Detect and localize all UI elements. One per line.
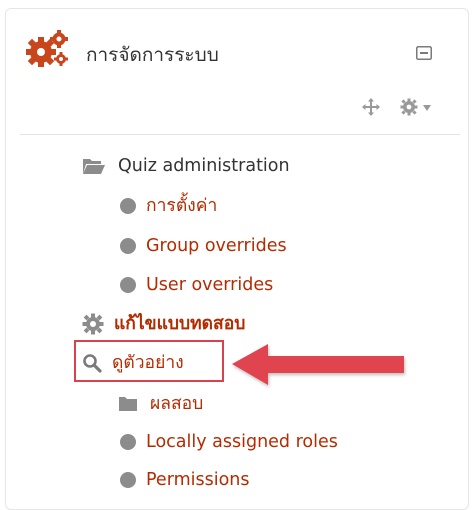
bullet-icon: [120, 472, 136, 488]
block-title: การจัดการระบบ: [86, 44, 219, 66]
gears-icon: [26, 30, 68, 67]
tree-item-label[interactable]: แก้ไขแบบทดสอบ: [114, 310, 245, 338]
block-controls: [362, 96, 442, 120]
move-icon[interactable]: [362, 98, 380, 116]
cog-icon[interactable]: [400, 98, 418, 116]
tree-item-edit-quiz[interactable]: แก้ไขแบบทดสอบ: [82, 310, 245, 338]
tree-item-results[interactable]: ผลสอบ: [118, 390, 203, 418]
tree-item-permissions[interactable]: Permissions: [120, 466, 250, 494]
cog-icon: [82, 313, 104, 335]
folder-icon: [119, 397, 137, 411]
block-header: การจัดการระบบ: [18, 28, 458, 78]
tree-item-label[interactable]: Permissions: [146, 466, 250, 494]
tree-item-locally-assigned-roles[interactable]: Locally assigned roles: [120, 428, 338, 456]
bullet-icon: [120, 434, 136, 450]
chevron-down-icon[interactable]: [422, 104, 432, 112]
tree-item-label[interactable]: Locally assigned roles: [146, 428, 338, 456]
annotation-arrow-icon: [232, 344, 404, 385]
tree-item-quiz-administration[interactable]: Quiz administration: [82, 152, 290, 180]
annotation-highlight-box: [74, 340, 224, 382]
tree-item-label: Quiz administration: [118, 156, 290, 176]
bullet-icon: [120, 277, 136, 293]
folder-open-icon: [83, 159, 105, 174]
divider: [20, 134, 460, 135]
collapse-icon[interactable]: [416, 46, 432, 60]
tree-item-label[interactable]: User overrides: [146, 271, 273, 299]
bullet-icon: [120, 198, 136, 214]
tree-item-group-overrides[interactable]: Group overrides: [120, 232, 287, 260]
tree-item-label[interactable]: Group overrides: [146, 232, 287, 260]
tree-item-label[interactable]: ผลสอบ: [150, 390, 203, 418]
tree-item-label[interactable]: การตั้งค่า: [146, 192, 217, 220]
tree-item-settings[interactable]: การตั้งค่า: [120, 192, 217, 220]
administration-block: การจัดการระบบ Quiz administration การตั้…: [0, 0, 474, 510]
tree-item-user-overrides[interactable]: User overrides: [120, 271, 273, 299]
bullet-icon: [120, 238, 136, 254]
